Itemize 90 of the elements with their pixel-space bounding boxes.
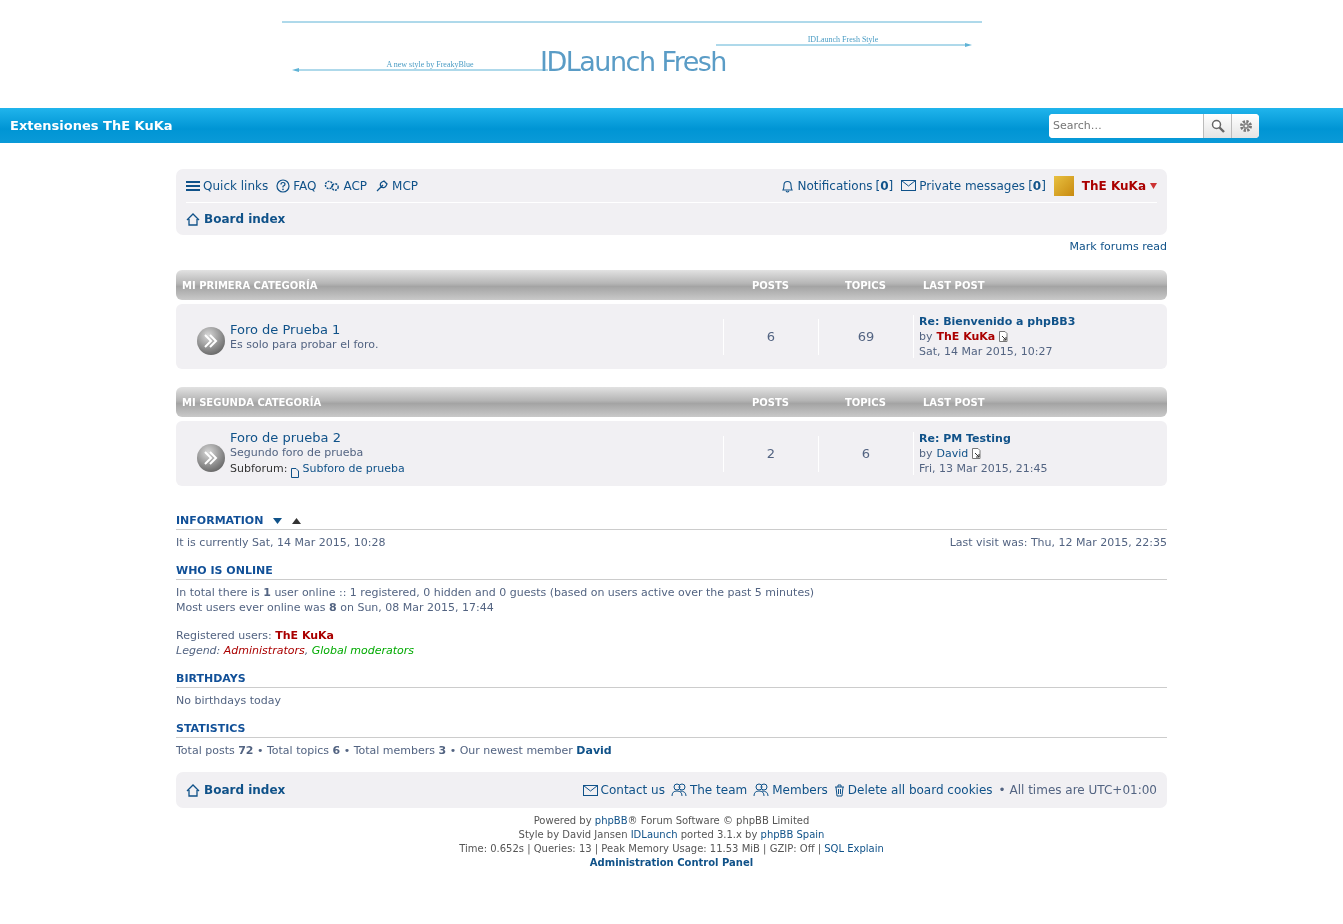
footer-link[interactable]: The team [670, 783, 748, 797]
post-link-icon [999, 331, 1010, 342]
last-post-date: Fri, 13 Mar 2015, 21:45 [919, 462, 1049, 475]
people-icon [670, 783, 687, 797]
home-icon [186, 783, 200, 797]
question-icon [276, 178, 291, 193]
current-time-text: It is currently Sat, 14 Mar 2015, 10:28 [176, 535, 386, 550]
forum-title[interactable]: Foro de prueba 2 [230, 429, 405, 445]
column-header: POSTS [750, 396, 791, 408]
forum-read-icon [196, 442, 226, 473]
last-post-link[interactable]: Re: PM Testing [919, 432, 1167, 445]
member-link[interactable]: David [576, 744, 612, 757]
bell-icon [781, 178, 795, 193]
subforum-link[interactable]: Subforo de prueba [291, 459, 405, 478]
online-stats-text: In total there is 1 user online :: 1 registered, 0 hidden and 0 guests (based on users active over the past 5 minutes) [176, 585, 816, 600]
trash-icon [833, 783, 845, 797]
author-link[interactable]: David [936, 447, 969, 460]
footer-link[interactable]: Contact us [582, 783, 665, 797]
forum-title[interactable]: Foro de Prueba 1 [230, 322, 379, 337]
credits-link[interactable]: phpBB [594, 815, 628, 826]
user-avatar [1053, 175, 1074, 196]
credits-text: Style by David Jansen IDLaunch ported 3.1.x by phpBB Spain [517, 828, 826, 842]
mark-forums-read-link[interactable]: Mark forums read [1069, 240, 1167, 253]
wrench-icon [375, 178, 390, 193]
credits-link[interactable]: phpBB Spain [760, 829, 825, 840]
credits-link[interactable]: SQL Explain [824, 843, 884, 854]
posts-count: 6 [723, 318, 818, 355]
author-link[interactable]: ThE KuKa [936, 330, 996, 343]
column-header: TOPICS [843, 396, 888, 408]
by-label: by [919, 447, 933, 460]
caret-icon[interactable] [1150, 182, 1157, 189]
column-header: LAST POST [922, 396, 986, 408]
envelope-icon [901, 180, 917, 191]
forum-description: Es solo para probar el foro. [230, 338, 379, 351]
section-heading: BIRTHDAYS [176, 672, 246, 685]
logo-title: IDLaunch Fresh [540, 46, 726, 77]
advanced-search-button[interactable] [1231, 113, 1259, 138]
forum-description: Segundo foro de prueba [230, 445, 365, 459]
post-link-icon [972, 448, 983, 459]
private-messages-link[interactable]: Private messages [0] [901, 178, 1046, 193]
posts-count: 2 [723, 435, 818, 472]
credits-text: Time: 0.652s | Queries: 13 | Peak Memory Usage: 11.53 MiB | GZIP: Off | SQL Explain [458, 842, 885, 856]
column-header: LAST POST [922, 279, 986, 291]
credits-link[interactable]: IDLaunch [630, 829, 678, 840]
column-header: TOPICS [843, 279, 888, 291]
search-icon [1210, 118, 1225, 133]
collapse-down-icon[interactable] [273, 517, 283, 524]
people-icon [753, 783, 770, 797]
birthdays-text: No birthdays today [176, 693, 283, 708]
footer-link[interactable]: Delete all board cookies [833, 783, 993, 797]
breadcrumb-link[interactable]: Board index [186, 212, 286, 226]
section-heading: WHO IS ONLINE [176, 564, 273, 577]
admin-panel-link[interactable]: Administration Control Panel [589, 857, 754, 868]
menu-icon [186, 179, 200, 192]
subforum-label: Subforum: [230, 462, 288, 475]
envelope-icon [582, 784, 598, 796]
last-visit-text: Last visit was: Thu, 12 Mar 2015, 22:35 [949, 535, 1167, 550]
topics-count: 6 [818, 435, 913, 472]
by-label: by [919, 330, 933, 343]
breadcrumb-link[interactable]: Board index [186, 783, 286, 797]
collapse-up-icon[interactable] [292, 517, 302, 524]
group-link[interactable]: Administrators [223, 644, 305, 657]
nav-link[interactable]: FAQ [276, 178, 317, 193]
home-icon [186, 212, 200, 226]
document-icon [291, 467, 300, 478]
nav-link[interactable]: MCP [375, 178, 419, 193]
column-header: POSTS [750, 279, 791, 291]
nav-link[interactable]: ACP [324, 178, 368, 193]
legend-text: Legend: Administrators, Global moderators [176, 643, 416, 658]
gears-icon [324, 179, 341, 192]
user-menu[interactable]: ThE KuKa [1081, 178, 1157, 193]
statistics-text: Total posts 72 • Total topics 6 • Total members 3 • Our newest member David [176, 743, 613, 758]
credits-text: Powered by phpBB® Forum Software © phpBB Limited [532, 814, 811, 828]
last-post-date: Sat, 14 Mar 2015, 10:27 [919, 345, 1054, 358]
online-stats-text: Most users ever online was 8 on Sun, 08 Mar 2015, 17:44 [176, 600, 495, 615]
logo-caption: A new style by FreakyBlue [386, 60, 474, 69]
section-heading: STATISTICS [176, 722, 246, 735]
last-post-link[interactable]: Re: Bienvenido a phpBB3 [919, 315, 1167, 328]
footer-link[interactable]: Members [753, 783, 828, 797]
nav-link[interactable]: Quick links [186, 178, 269, 193]
forum-read-icon [196, 325, 226, 356]
registered-users-text: Registered users: ThE KuKa [176, 628, 336, 643]
user-link[interactable]: ThE KuKa [275, 629, 335, 642]
topics-count: 69 [818, 318, 913, 355]
section-heading: INFORMATION [176, 514, 264, 527]
search-button[interactable] [1203, 113, 1231, 138]
timezone-text: • All times are UTC+01:00 [998, 783, 1157, 797]
notifications-link[interactable]: Notifications [0] [781, 178, 894, 193]
logo-caption: IDLaunch Fresh Style [807, 35, 879, 44]
gear-icon [1238, 118, 1253, 133]
